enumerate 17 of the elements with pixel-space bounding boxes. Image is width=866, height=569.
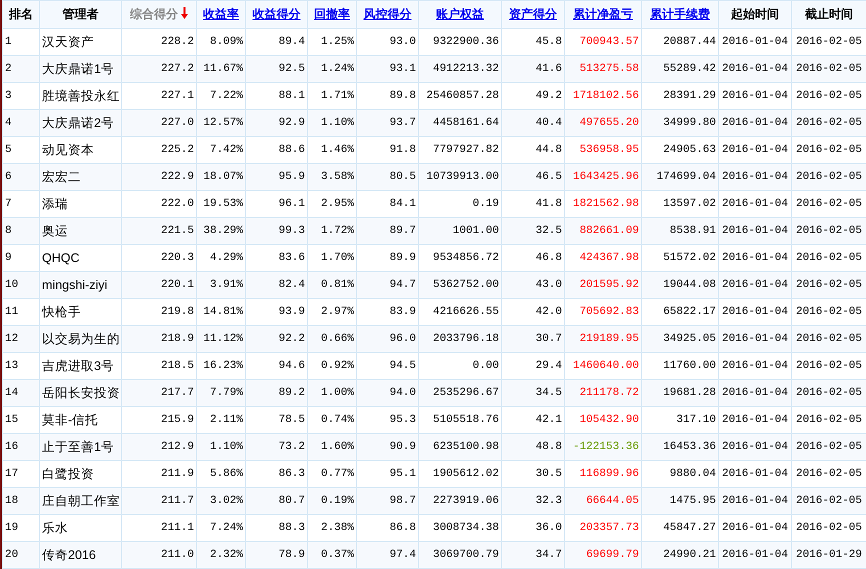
table-cell: 20 <box>2 542 40 568</box>
table-cell: 34.7 <box>502 542 564 568</box>
table-cell: 2016-01-04 <box>718 542 792 568</box>
column-header: 排名 <box>2 0 40 28</box>
table-cell: 2.32% <box>196 542 246 568</box>
sort-down-icon <box>181 7 188 19</box>
table-cell: 211.0 <box>122 542 196 568</box>
table-cell: 0.37% <box>308 542 356 568</box>
manager-cell: 传奇2016 <box>40 542 122 568</box>
column-header: 起始时间 <box>718 0 792 28</box>
table-cell: 3069700.79 <box>418 542 502 568</box>
table-cell: 24990.21 <box>642 542 718 568</box>
column-header: 截止时间 <box>792 0 866 28</box>
table-cell: 97.4 <box>356 542 418 568</box>
column-header: 管理者 <box>40 0 122 28</box>
net-profit-cell: 69699.79 <box>564 542 642 568</box>
table-cell: 78.9 <box>246 542 308 568</box>
